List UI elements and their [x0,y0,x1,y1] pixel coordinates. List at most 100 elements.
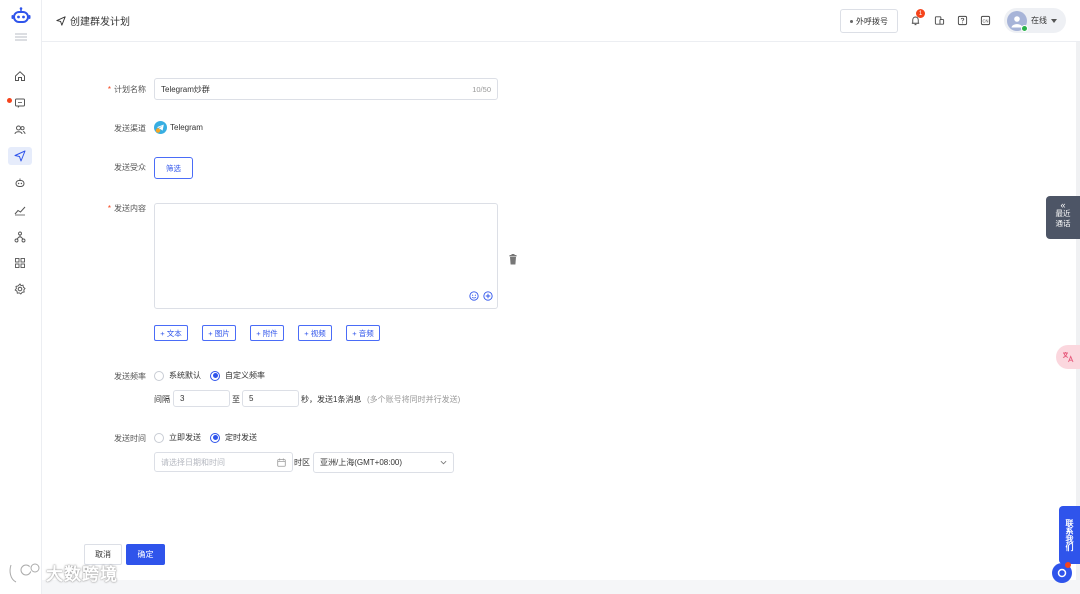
frequency-label: 发送频率 [114,372,146,381]
interval-to-value: 5 [249,394,254,403]
radio-button-selected[interactable] [210,370,220,381]
watermark: 大数跨境 [8,560,118,585]
datetime-placeholder: 请选择日期和时间 [161,457,225,467]
sidebar-item-bot[interactable] [8,174,32,192]
watermark-text: 大数跨境 [46,565,118,584]
translate-button[interactable] [1056,345,1080,369]
page-title-text: 创建群发计划 [70,17,130,28]
send-time-option-now-label: 立即发送 [169,433,201,442]
help-button[interactable] [955,13,969,27]
content-label: * 发送内容 [107,204,146,213]
trash-icon[interactable] [508,254,518,265]
sidebar-item-home[interactable] [8,67,32,85]
send-icon [14,150,26,162]
sidebar-item-settings[interactable] [8,280,32,298]
chat-icon [1057,568,1067,578]
calendar-icon [277,457,286,467]
sidebar-item-messages[interactable] [8,94,32,112]
send-time-label: 发送时间 [114,434,146,443]
message-icon [15,98,25,108]
online-status-dot [1021,24,1028,32]
frequency-option-default[interactable]: 系统默认 [154,370,201,381]
status-label: 在线 [1031,16,1047,25]
interval-label: 间隔 [154,395,170,404]
robot-icon [15,178,25,187]
frequency-option-custom-label: 自定义频率 [225,371,265,380]
audience-label: 发送受众 [114,163,146,172]
outbound-call-button[interactable]: 外呼拨号 [840,9,898,33]
add-text-button[interactable]: + 文本 [154,325,188,341]
menu-collapse-icon[interactable] [15,33,27,41]
flow-icon [14,231,26,243]
sidebar [0,0,42,594]
plan-name-value: Telegram炒群 [161,84,210,94]
svg-text:CN: CN [982,18,988,23]
double-chevron-left-icon: « [1060,200,1066,210]
chart-icon [14,206,26,216]
audience-filter-button[interactable]: 筛选 [154,157,193,179]
notification-badge: 1 [916,9,925,18]
devices-icon [934,15,944,25]
grid-icon [15,258,25,268]
language-button[interactable]: CN [978,13,992,27]
radio-button[interactable] [154,432,164,443]
radio-button-selected[interactable] [210,432,220,443]
language-icon: CN [980,15,990,25]
required-mark: * [107,204,111,213]
content-textarea[interactable] [154,203,498,309]
required-mark: * [107,85,111,94]
interval-from-value: 3 [180,394,185,403]
channel-value: Telegram [154,121,203,134]
telegram-icon [154,121,167,134]
help-icon [957,15,967,25]
sidebar-item-workflow[interactable] [8,228,32,246]
send-time-option-scheduled-label: 定时发送 [225,433,257,442]
interval-suffix: 秒，发送1条消息 [301,395,362,404]
avatar [1007,10,1028,32]
plan-name-input[interactable]: Telegram炒群 10/50 [154,78,498,100]
dot-icon [850,19,853,23]
interval-from-input[interactable]: 3 [173,390,230,407]
interval-note: (多个账号将同时并行发送) [367,395,461,404]
scrollbar[interactable] [1076,42,1080,580]
users-icon [14,125,26,135]
add-attachment-button[interactable]: + 附件 [250,325,284,341]
main-panel: * 计划名称 Telegram炒群 10/50 发送渠道 Telegram 发送受… [42,42,1076,580]
send-icon [56,15,66,26]
frequency-option-custom[interactable]: 自定义频率 [210,370,265,381]
channel-name: Telegram [170,123,203,132]
sidebar-item-contacts[interactable] [8,121,32,139]
add-circle-icon[interactable] [483,291,493,301]
add-audio-button[interactable]: + 音频 [346,325,380,341]
devices-button[interactable] [932,13,946,27]
radio-button[interactable] [154,370,164,381]
sidebar-item-analytics[interactable] [8,201,32,219]
recent-calls-panel-tab[interactable]: « 最近 通话 [1046,196,1080,239]
home-icon [15,71,25,81]
plan-name-counter: 10/50 [472,84,491,94]
timezone-label: 时区 [294,458,310,467]
plan-name-label: * 计划名称 [107,85,146,94]
frequency-option-default-label: 系统默认 [169,371,201,380]
confirm-button[interactable]: 确定 [126,544,165,565]
user-status-menu[interactable]: 在线 [1004,8,1066,33]
add-video-button[interactable]: + 视频 [298,325,332,341]
recent-calls-line1: 最近 [1055,209,1071,218]
timezone-select[interactable]: 亚洲/上海(GMT+08:00) [313,452,454,473]
emoji-icon[interactable] [469,291,479,301]
contact-us-tab[interactable]: 联系我们 [1059,506,1080,564]
recent-calls-line2: 通话 [1055,219,1071,228]
watermark-logo-icon [8,562,41,583]
robot-logo-icon[interactable] [11,7,31,25]
send-time-option-now[interactable]: 立即发送 [154,432,201,443]
sidebar-item-apps[interactable] [8,254,32,272]
send-time-option-scheduled[interactable]: 定时发送 [210,432,257,443]
chevron-down-icon [440,460,447,465]
channel-label: 发送渠道 [114,124,146,133]
gear-icon [14,283,26,295]
add-image-button[interactable]: + 图片 [202,325,236,341]
datetime-picker[interactable]: 请选择日期和时间 [154,452,293,472]
sidebar-item-broadcast[interactable] [8,147,32,165]
interval-to-input[interactable]: 5 [242,390,299,407]
caret-down-icon [1051,18,1057,23]
